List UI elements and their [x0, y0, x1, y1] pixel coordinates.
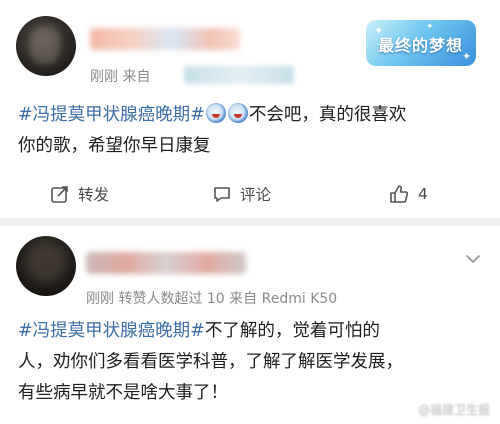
post-text-line-3: 有些病早就不是啥大事了！	[18, 383, 228, 403]
more-chevron-icon[interactable]	[462, 248, 484, 270]
comment-icon	[214, 187, 230, 202]
username-redacted[interactable]	[86, 252, 246, 274]
avatar[interactable]	[16, 16, 76, 76]
like-button[interactable]: 4	[388, 178, 428, 210]
repost-label: 转发	[78, 186, 110, 204]
watermark-text: @福建卫生报	[417, 403, 490, 417]
like-count: 4	[418, 185, 428, 203]
post-body[interactable]: #冯提莫甲状腺癌晚期# 不会吧，真的很喜欢 你的歌，希望你早日康复	[18, 100, 488, 162]
topic-link[interactable]: #冯提莫甲状腺癌晚期#	[18, 321, 205, 341]
avatar[interactable]	[16, 236, 76, 296]
comment-label: 评论	[240, 186, 272, 204]
post-text-line-2: 人，劝你们多看看医学科普，了解了解医学发展，	[18, 352, 403, 372]
post-meta: 刚刚 转赞人数超过 10 来自 Redmi K50	[86, 291, 338, 307]
emoji-icon	[205, 103, 226, 123]
post-text-line-1: 不会吧，真的很喜欢	[248, 105, 407, 125]
topic-link[interactable]: #冯提莫甲状腺癌晚期#	[18, 105, 205, 125]
repost-button[interactable]: 转发	[50, 178, 109, 210]
repost-icon	[51, 186, 68, 203]
post-body[interactable]: #冯提莫甲状腺癌晚期#不了解的，觉着可怕的 人，劝你们多看看医学科普，了解了解医…	[18, 316, 488, 409]
star-icon: ✦	[462, 50, 472, 63]
star-icon: ✦	[426, 22, 434, 32]
watermark: @福建卫生报	[399, 401, 490, 418]
action-bar: 转发 评论 4	[0, 178, 500, 210]
post-text-line-1: 不了解的，觉着可怕的	[204, 321, 380, 341]
username-redacted[interactable]	[90, 28, 240, 50]
meta-redacted	[184, 66, 294, 84]
post-card-2[interactable]: 刚刚 转赞人数超过 10 来自 Redmi K50 #冯提莫甲状腺癌晚期#不了解…	[0, 226, 500, 424]
post-card-1[interactable]: 刚刚 来自 ✦ ✦ ✦ 最终的梦想 #冯提莫甲状腺癌晚期# 不会吧，真的很喜欢 你…	[0, 0, 500, 218]
meta-text: 刚刚 来自	[90, 69, 151, 85]
like-icon	[390, 185, 409, 203]
comment-button[interactable]: 评论	[212, 178, 271, 210]
emoji-icon	[227, 103, 248, 123]
watermark-logo-icon	[399, 402, 414, 417]
post-text-line-2: 你的歌，希望你早日康复	[18, 136, 211, 156]
badge-text: 最终的梦想	[378, 36, 464, 55]
post-meta: 刚刚 来自	[90, 66, 150, 86]
badge-banner[interactable]: ✦ ✦ ✦ 最终的梦想	[366, 20, 476, 66]
